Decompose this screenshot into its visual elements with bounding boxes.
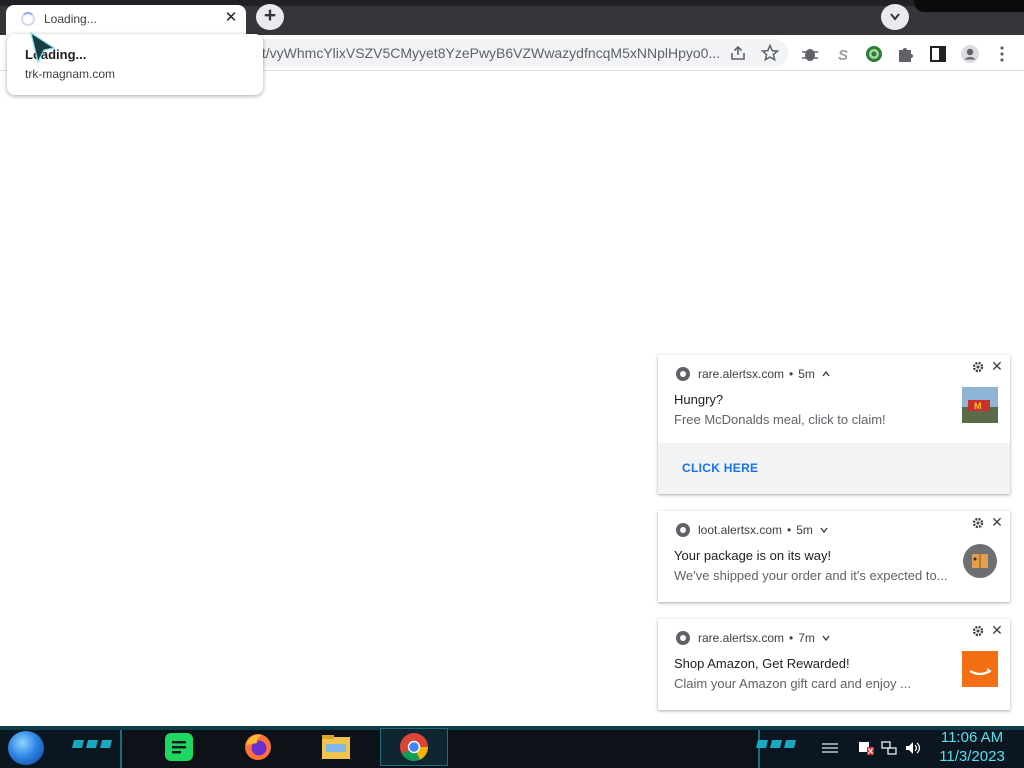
taskbar-decor-left-icon	[72, 740, 112, 748]
extensions-puzzle-icon[interactable]	[896, 44, 916, 64]
notification-message: We've shipped your order and it's expect…	[674, 568, 948, 583]
close-icon[interactable]: ✕	[990, 358, 1004, 374]
new-tab-button[interactable]: +	[256, 4, 284, 30]
notification-message: Claim your Amazon gift card and enjoy ..…	[674, 676, 912, 691]
gear-icon[interactable]	[972, 625, 984, 637]
side-panel-icon[interactable]	[928, 44, 948, 64]
url-text[interactable]: /t/vyWhmcYlixVSZV5CMyyet8YzePwyB6VZWwazy…	[258, 45, 728, 61]
taskbar-decor-right-icon	[756, 740, 796, 748]
package-thumbnail-icon	[963, 544, 997, 578]
volume-icon[interactable]	[905, 741, 921, 755]
menu-kebab-icon[interactable]	[994, 44, 1014, 64]
notification-package[interactable]: loot.alertsx.com • 5m ✕ Your package is on…	[658, 511, 1010, 602]
chevron-up-icon[interactable]	[821, 370, 831, 378]
notification-source: loot.alertsx.com	[698, 523, 783, 537]
notification-header: loot.alertsx.com • 5m	[698, 523, 829, 537]
notification-header: rare.alertsx.com • 5m	[698, 367, 831, 381]
chrome-app-icon[interactable]	[398, 731, 430, 763]
network-icon[interactable]	[881, 741, 897, 755]
browser-tab-active[interactable]: Loading... ✕	[6, 5, 246, 35]
tab-title: Loading...	[44, 12, 97, 26]
profile-avatar-icon[interactable]	[960, 44, 980, 64]
notification-source: rare.alertsx.com	[698, 367, 785, 381]
chrome-icon	[676, 367, 690, 381]
gear-icon[interactable]	[972, 361, 984, 373]
clock-time: 11:06 AM	[940, 729, 1004, 746]
tray-overflow-icon[interactable]	[822, 741, 838, 755]
click-here-button[interactable]: CLICK HERE	[682, 461, 758, 475]
notification-message: Free McDonalds meal, click to claim!	[674, 412, 886, 427]
spotify-app-icon[interactable]	[163, 731, 195, 763]
gear-icon[interactable]	[972, 517, 984, 529]
globe-extension-icon[interactable]	[864, 44, 884, 64]
close-tab-icon[interactable]: ✕	[222, 9, 240, 27]
close-icon[interactable]: ✕	[990, 514, 1004, 530]
svg-text:M: M	[974, 401, 982, 411]
tab-search-button[interactable]	[881, 4, 909, 30]
notification-title: Your package is on its way!	[674, 548, 832, 563]
notification-title: Shop Amazon, Get Rewarded!	[674, 656, 850, 671]
close-icon[interactable]: ✕	[990, 622, 1004, 638]
notification-age: 5m	[798, 367, 815, 381]
firefox-app-icon[interactable]	[242, 731, 274, 763]
svg-text:S: S	[838, 47, 848, 64]
window-frame-decoration	[914, 0, 1024, 12]
notification-source: rare.alertsx.com	[698, 631, 785, 645]
bug-extension-icon[interactable]	[800, 44, 820, 64]
share-icon[interactable]	[729, 44, 747, 62]
notification-age: 7m	[798, 631, 815, 645]
notification-header: rare.alertsx.com • 7m	[698, 631, 831, 645]
chevron-down-icon	[890, 13, 900, 21]
s-extension-icon[interactable]: S	[832, 44, 852, 64]
tab-strip: Loading... ✕ +	[0, 0, 1024, 35]
notification-amazon[interactable]: rare.alertsx.com • 7m ✕ Shop Amazon, Get R…	[658, 619, 1010, 710]
notification-age: 5m	[796, 523, 813, 537]
bookmark-star-icon[interactable]	[761, 44, 779, 62]
chevron-down-icon[interactable]	[821, 634, 831, 642]
chrome-icon	[676, 523, 690, 537]
loading-spinner-icon	[21, 12, 35, 26]
hover-card-domain: trk-magnam.com	[25, 67, 116, 81]
file-explorer-app-icon[interactable]	[320, 731, 352, 763]
amazon-logo-icon	[962, 651, 998, 687]
chrome-icon	[676, 631, 690, 645]
start-orb-icon[interactable]	[8, 731, 44, 765]
notification-mcdonalds[interactable]: rare.alertsx.com • 5m ✕ Hungry? Free McDon…	[658, 355, 1010, 494]
chevron-down-icon[interactable]	[819, 526, 829, 534]
action-center-flag-icon[interactable]	[858, 741, 874, 755]
notification-title: Hungry?	[674, 392, 724, 407]
mouse-cursor-icon	[30, 32, 56, 64]
clock-date: 11/3/2023	[939, 748, 1005, 765]
notification-actions: CLICK HERE	[658, 443, 1010, 494]
system-clock[interactable]: 11:06 AM 11/3/2023	[934, 728, 1010, 766]
mcdonalds-thumbnail-icon: M	[962, 387, 998, 423]
